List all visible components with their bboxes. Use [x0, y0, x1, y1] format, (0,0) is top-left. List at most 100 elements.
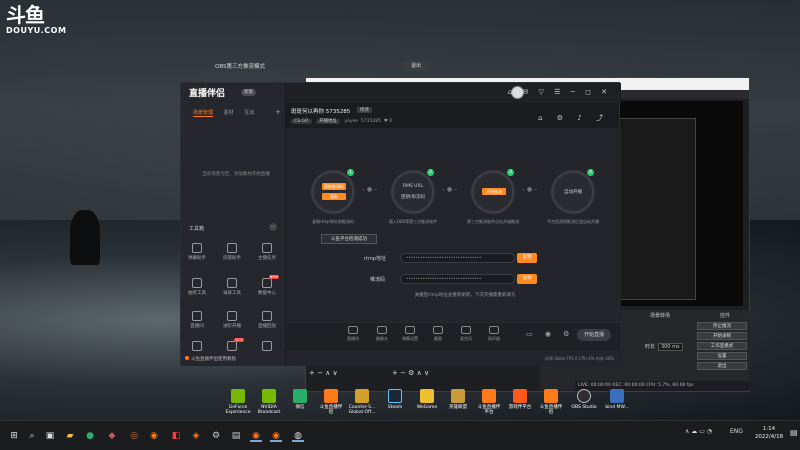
start-live-button[interactable]: 开始直播: [577, 329, 611, 341]
room-action-icons[interactable]: ⌂ ⚙ ♪ ⤴: [538, 113, 609, 123]
desktop-icon-douyu-platform[interactable]: 斗鱼直播伴 平台: [472, 389, 506, 415]
taskbar: ⊞ ⌕ ▣ ▰ ● ◆ ◎ ◉ ◧ ◈ ⚙ ▤ ◉ ◉ ◍ ∧ ☁ ▭ ◔ EN…: [0, 420, 800, 450]
obs-stop-stream-button[interactable]: 停止推流: [697, 322, 747, 330]
obs-duration-field[interactable]: 300 ms: [658, 343, 683, 351]
start-push-button[interactable]: 开始推流: [482, 188, 506, 195]
bottom-screenshot[interactable]: 截图: [424, 326, 452, 342]
obs-source-controls[interactable]: + − ⚙ ∧ ∨: [392, 369, 429, 377]
window-controls[interactable]: ⌂ ✉ ▽ ☰ ─ ◻ ✕: [508, 88, 611, 96]
browser-taskbar-icon[interactable]: ◎: [128, 430, 140, 442]
obs-preview-source[interactable]: [618, 118, 696, 300]
desktop-icon-douyu2[interactable]: 斗鱼直播伴 侣: [534, 389, 568, 415]
brand-version-badge[interactable]: 新版: [241, 89, 256, 96]
copy-rtmp-button[interactable]: 复制: [517, 253, 537, 263]
get-button[interactable]: 获取: [322, 193, 346, 200]
tool-danmu[interactable]: 弹幕助手: [183, 243, 211, 261]
steam-taskbar-icon[interactable]: ⚙: [210, 430, 222, 442]
subcategory-chip[interactable]: 开播地址: [315, 119, 340, 124]
category-chip[interactable]: CS:GO: [291, 119, 312, 124]
tool-record[interactable]: 录屏工具: [218, 278, 246, 296]
app-taskbar-icon[interactable]: ◆: [106, 430, 118, 442]
bottom-label: 扬声器: [488, 336, 500, 341]
tool-label: 抽奖工具: [188, 291, 206, 296]
desktop-icon-game-platform[interactable]: 游戏伴平台: [503, 389, 537, 410]
desktop-icon-wechat[interactable]: 微信: [283, 389, 317, 410]
rtmp-field[interactable]: ••••••••••••••••••••••••••••••••: [400, 253, 515, 263]
misc-settings-icons[interactable]: ▭ ◉ ⚙: [526, 330, 574, 338]
obs-taskbar-icon[interactable]: ◍: [292, 430, 304, 442]
speaker-icon: [489, 326, 499, 334]
obs-exit-button[interactable]: 退出: [697, 362, 747, 370]
douyu-icon: [544, 389, 558, 403]
tutorial-link[interactable]: 斗鱼直播伴侣使用教程: [185, 356, 236, 362]
tool-advanced[interactable]: 进阶开播: [218, 311, 246, 329]
desktop-icon-geforce[interactable]: GeForce Experience: [221, 389, 255, 415]
tool-more[interactable]: [253, 341, 281, 353]
step-connector: – ● –: [522, 186, 538, 193]
desktop-icon-wegame[interactable]: WeGame: [410, 389, 444, 410]
bottom-speaker[interactable]: 扬声器: [480, 326, 508, 342]
tab-material[interactable]: 素材: [224, 109, 234, 116]
tab-interact[interactable]: 互动: [244, 109, 254, 116]
file-explorer-icon[interactable]: ▰: [64, 430, 76, 442]
tool-room[interactable]: 直播间: [183, 311, 211, 329]
bottom-danmu[interactable]: 弹幕设置: [396, 326, 424, 342]
tool-replay[interactable]: 直播回放: [253, 311, 281, 329]
steam-icon: [388, 389, 402, 403]
tab-scene[interactable]: 场景管理: [193, 109, 214, 117]
task-view-icon[interactable]: ▣: [44, 430, 56, 442]
desktop-icon-broadcast[interactable]: NVIDIA Broadcast: [252, 389, 286, 415]
add-icon[interactable]: +: [275, 108, 281, 116]
tool-remind[interactable]: [183, 341, 211, 353]
obs-scene-controls[interactable]: + − ∧ ∨: [309, 369, 338, 377]
get-key-button[interactable]: 获取推流码: [322, 183, 346, 190]
desktop-icon-obs[interactable]: OBS Studio: [567, 389, 601, 410]
obs-start-record-button[interactable]: 开始录制: [697, 332, 747, 340]
desktop-icon-csgo[interactable]: Counter-S... Global Off...: [345, 389, 379, 415]
obs-settings-button[interactable]: 设置: [697, 352, 747, 360]
tool-manager[interactable]: 房管助手: [218, 243, 246, 261]
step-1-desc: 复制rtmp地址和推流码: [312, 219, 354, 224]
media-taskbar-icon[interactable]: ◧: [170, 430, 182, 442]
tool-data[interactable]: NEW 数据中心: [253, 275, 281, 296]
exit-button[interactable]: 退出: [404, 61, 428, 71]
obs-studio-mode-button[interactable]: 工作室模式: [697, 342, 747, 350]
douyu-running2-taskbar-icon[interactable]: ◉: [270, 430, 282, 442]
windows-start-icon[interactable]: ⊞: [8, 430, 20, 442]
search-icon[interactable]: ⌕: [26, 430, 38, 442]
more-icon[interactable]: ⋯: [269, 223, 277, 231]
app2-taskbar-icon[interactable]: ▤: [230, 430, 242, 442]
desktop-icon-label: OBS Studio: [571, 405, 597, 410]
notification-icon[interactable]: ▤: [790, 428, 798, 437]
key-field[interactable]: ••••••••••••••••••••••••••••••••: [400, 274, 515, 284]
desktop-icon-label: 英雄联盟: [449, 405, 467, 410]
desktop-icon-lol[interactable]: 英雄联盟: [441, 389, 475, 410]
desktop-icon-label: Steam: [387, 405, 403, 410]
wechat-taskbar-icon[interactable]: ●: [84, 430, 96, 442]
room-edit-button[interactable]: 修改: [357, 107, 372, 113]
desktop-icon-bind[interactable]: bind MW...: [600, 389, 634, 410]
bottom-mic[interactable]: 麦克风: [452, 326, 480, 342]
copy-key-button[interactable]: 复制: [517, 274, 537, 284]
tray-lang[interactable]: ENG: [730, 428, 743, 435]
tool-task[interactable]: 主播任务: [253, 243, 281, 261]
panel-title: OBS第三方推流模式: [215, 64, 265, 70]
clock-date: 2022/4/18: [754, 434, 784, 440]
task-icon: [262, 243, 272, 253]
desktop-icon-steam[interactable]: Steam: [378, 389, 412, 410]
douyu-running-taskbar-icon[interactable]: ◉: [250, 430, 262, 442]
bottom-camera[interactable]: 摄像头: [368, 326, 396, 342]
step-3-desc: 第三方推流软件点击开始推流: [467, 219, 519, 224]
desktop-icon-douyu[interactable]: 斗鱼直播伴 侣: [314, 389, 348, 415]
bottom-room[interactable]: 直播间: [339, 326, 367, 342]
tool-lottery[interactable]: 抽奖工具: [183, 278, 211, 296]
tool-hot[interactable]: HOT: [218, 338, 246, 353]
wechat-icon: [293, 389, 307, 403]
tray-icons[interactable]: ∧ ☁ ▭ ◔: [685, 428, 712, 435]
bottom-label: 弹幕设置: [402, 336, 418, 341]
step-num: 3: [507, 169, 514, 176]
replay-icon: [262, 311, 272, 321]
clock[interactable]: 1:14 2022/4/18: [749, 425, 789, 441]
douyu-taskbar-icon[interactable]: ◉: [148, 430, 160, 442]
douyu-companion-taskbar-icon[interactable]: ◈: [190, 430, 202, 442]
